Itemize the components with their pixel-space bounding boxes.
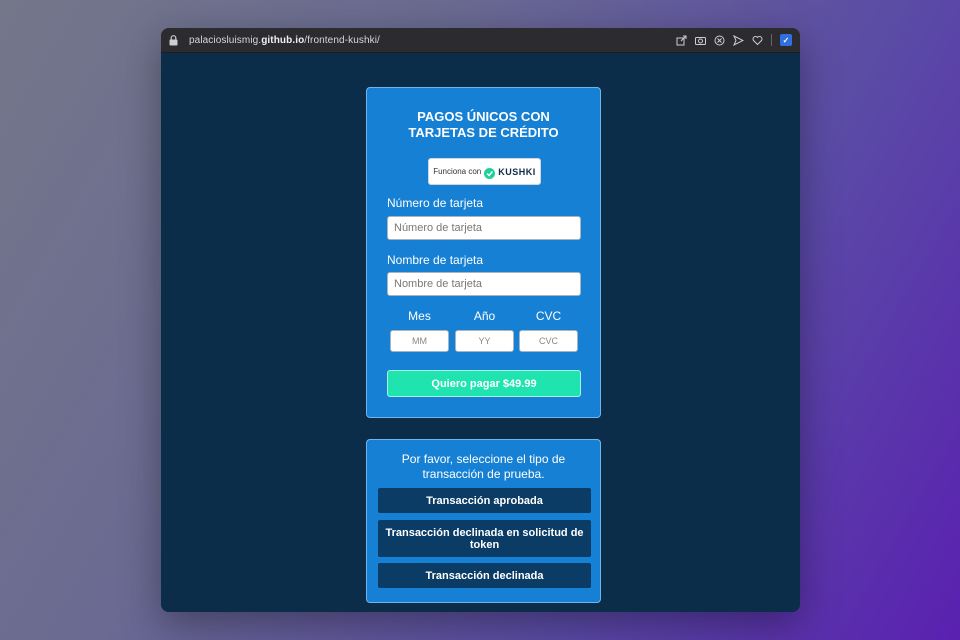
approved-transaction-button[interactable]: Transacción aprobada xyxy=(378,488,591,513)
toolbar-divider xyxy=(771,34,772,46)
payment-title: PAGOS ÚNICOS CON TARJETAS DE CRÉDITO xyxy=(408,109,559,140)
test-transaction-card: Por favor, seleccione el tipo de transac… xyxy=(366,439,601,603)
test-transaction-info: Por favor, seleccione el tipo de transac… xyxy=(401,452,566,481)
extension-icon[interactable]: ✓ xyxy=(780,34,792,46)
block-icon[interactable] xyxy=(714,35,725,46)
url-host-prefix: palaciosluismig. xyxy=(189,34,262,46)
cvc-input[interactable] xyxy=(519,330,578,352)
url-text[interactable]: palaciosluismig.github.io/frontend-kushk… xyxy=(189,35,676,46)
month-label: Mes xyxy=(408,309,431,323)
lock-icon xyxy=(169,34,179,46)
browser-toolbar: ✓ xyxy=(676,34,792,46)
send-icon[interactable] xyxy=(733,34,744,46)
share-icon[interactable] xyxy=(676,35,687,46)
payment-form-card: PAGOS ÚNICOS CON TARJETAS DE CRÉDITO Fun… xyxy=(366,87,601,418)
badge-prefix: Funciona con xyxy=(433,167,482,176)
page-content: PAGOS ÚNICOS CON TARJETAS DE CRÉDITO Fun… xyxy=(161,53,800,612)
cvc-label: CVC xyxy=(535,309,562,323)
kushki-logo-icon xyxy=(484,166,496,179)
declined-transaction-button[interactable]: Transacción declinada xyxy=(378,563,591,588)
token-declined-transaction-button[interactable]: Transacción declinada en solicitud de to… xyxy=(378,520,591,557)
camera-icon[interactable] xyxy=(695,35,706,46)
card-number-input[interactable] xyxy=(387,216,581,240)
heart-icon[interactable] xyxy=(752,35,763,46)
browser-window: palaciosluismig.github.io/frontend-kushk… xyxy=(161,28,800,612)
badge-brand: KUSHKI xyxy=(498,166,536,177)
year-input[interactable] xyxy=(455,330,514,352)
card-name-label: Nombre de tarjeta xyxy=(387,253,484,267)
card-number-label: Número de tarjeta xyxy=(387,196,484,210)
powered-by-kushki-badge: Funciona con KUSHKI xyxy=(428,158,541,185)
card-name-input[interactable] xyxy=(387,272,581,296)
address-bar[interactable]: palaciosluismig.github.io/frontend-kushk… xyxy=(161,28,800,53)
pay-button[interactable]: Quiero pagar $49.99 xyxy=(387,370,581,397)
year-label: Año xyxy=(473,309,496,323)
url-path: /frontend-kushki/ xyxy=(304,34,380,46)
url-host-domain: github.io xyxy=(261,34,305,46)
month-input[interactable] xyxy=(390,330,449,352)
